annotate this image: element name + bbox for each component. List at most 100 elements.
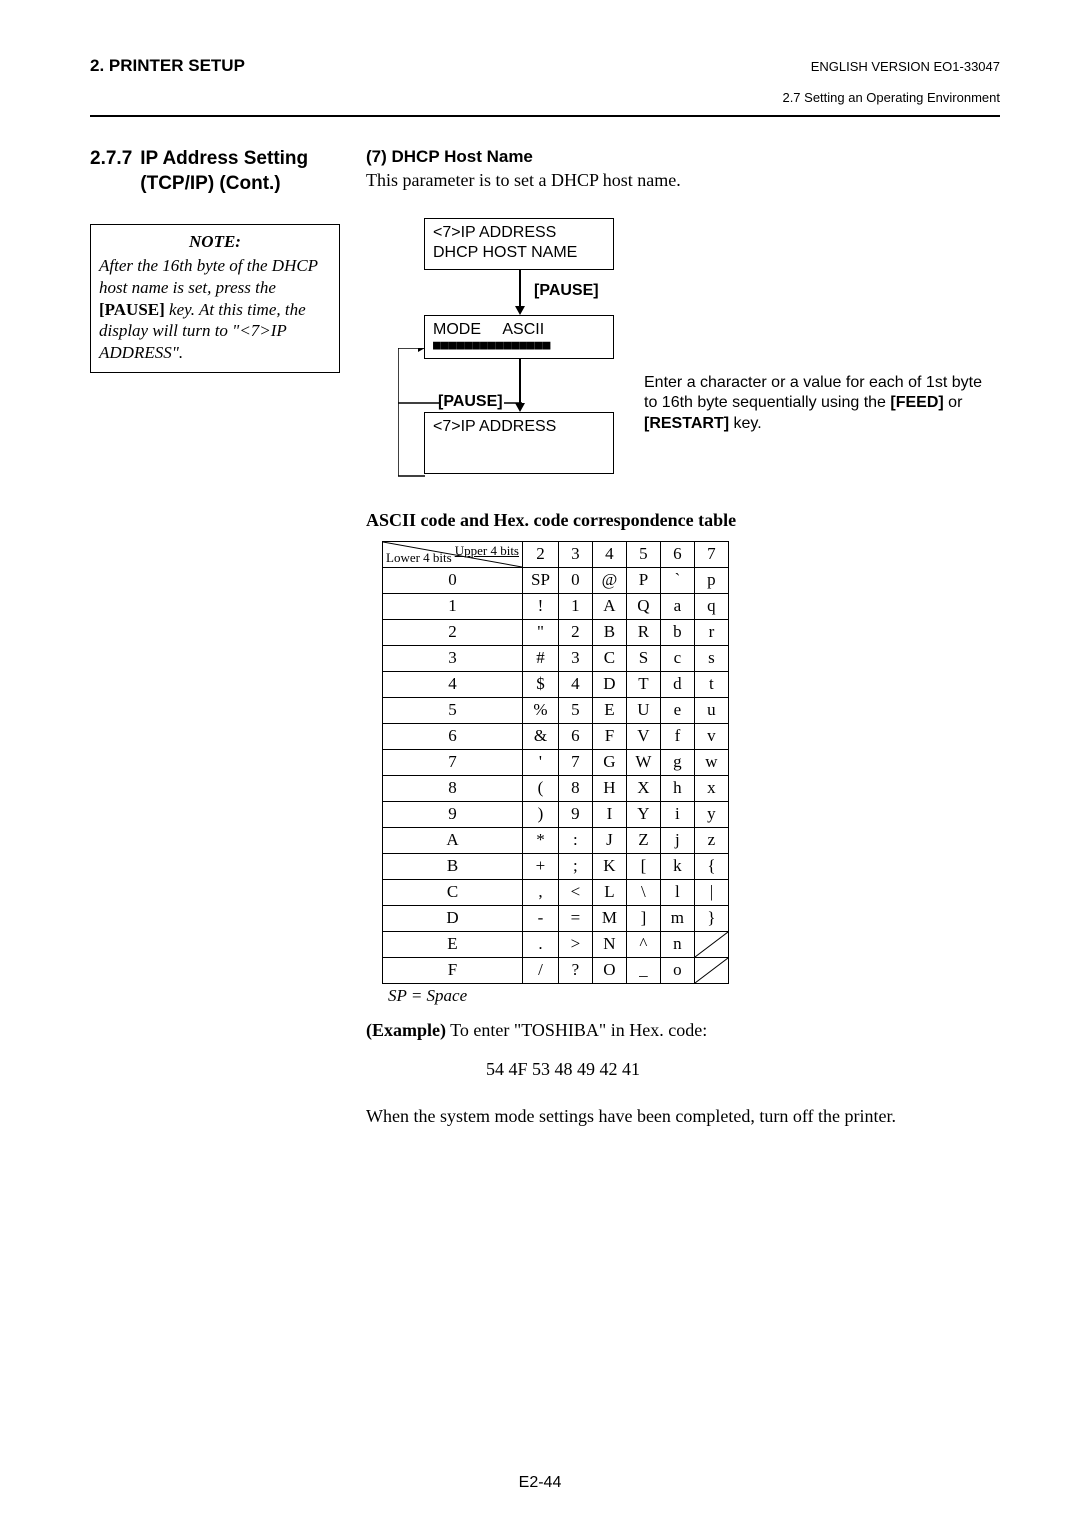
- table-row-header: 1: [383, 593, 523, 619]
- table-cell: W: [626, 749, 660, 775]
- table-row-header: 8: [383, 775, 523, 801]
- table-cell: H: [592, 775, 626, 801]
- table-cell: Q: [626, 593, 660, 619]
- diagram-box-1: <7>IP ADDRESS DHCP HOST NAME: [424, 218, 614, 270]
- table-cell: 7: [558, 749, 592, 775]
- table-cell: v: [694, 723, 728, 749]
- table-row-header: 4: [383, 671, 523, 697]
- header-chapter: 2. PRINTER SETUP: [90, 56, 245, 76]
- table-cell: %: [523, 697, 559, 723]
- table-row-header: 5: [383, 697, 523, 723]
- table-cell: N: [592, 931, 626, 957]
- table-cell: L: [592, 879, 626, 905]
- table-cell: R: [626, 619, 660, 645]
- item7-desc: This parameter is to set a DHCP host nam…: [366, 169, 1000, 192]
- table-row: E.>N^n: [383, 931, 729, 957]
- header-section-path: 2.7 Setting an Operating Environment: [90, 90, 1000, 105]
- table-col-header: 3: [558, 541, 592, 567]
- table-cell: V: [626, 723, 660, 749]
- table-row-header: 6: [383, 723, 523, 749]
- table-row-header: 2: [383, 619, 523, 645]
- table-cell: J: [592, 827, 626, 853]
- table-row-header: 0: [383, 567, 523, 593]
- table-cell: (: [523, 775, 559, 801]
- table-row-header: B: [383, 853, 523, 879]
- flow-diagram: <7>IP ADDRESS DHCP HOST NAME [PAUSE] MOD…: [424, 218, 964, 474]
- table-cell: o: [660, 957, 694, 983]
- table-cell: ]: [626, 905, 660, 931]
- table-cell: u: [694, 697, 728, 723]
- table-cell: ': [523, 749, 559, 775]
- table-cell: >: [558, 931, 592, 957]
- table-cell: c: [660, 645, 694, 671]
- table-row: 8(8HXhx: [383, 775, 729, 801]
- table-cell: [: [626, 853, 660, 879]
- table-cell: b: [660, 619, 694, 645]
- table-cell: 0: [558, 567, 592, 593]
- table-cell: w: [694, 749, 728, 775]
- table-cell: *: [523, 827, 559, 853]
- table-cell: #: [523, 645, 559, 671]
- table-col-header: 7: [694, 541, 728, 567]
- table-cell: G: [592, 749, 626, 775]
- table-col-header: 2: [523, 541, 559, 567]
- table-cell: ,: [523, 879, 559, 905]
- table-cell: f: [660, 723, 694, 749]
- table-row: 6&6FVfv: [383, 723, 729, 749]
- sp-note: SP = Space: [388, 986, 1000, 1006]
- table-cell: ?: [558, 957, 592, 983]
- table-cell: X: [626, 775, 660, 801]
- table-cell: ": [523, 619, 559, 645]
- table-cell: $: [523, 671, 559, 697]
- table-row-header: 3: [383, 645, 523, 671]
- table-cell: ^: [626, 931, 660, 957]
- table-cell: =: [558, 905, 592, 931]
- table-cell: S: [626, 645, 660, 671]
- table-corner: Upper 4 bits Lower 4 bits: [383, 541, 523, 567]
- note-box: NOTE: After the 16th byte of the DHCP ho…: [90, 224, 340, 373]
- table-cell: 9: [558, 801, 592, 827]
- item7-heading: (7) DHCP Host Name: [366, 147, 1000, 167]
- table-cell: SP: [523, 567, 559, 593]
- section-title: IP Address Setting (TCP/IP) (Cont.): [140, 147, 340, 196]
- table-cell: .: [523, 931, 559, 957]
- table-cell: q: [694, 593, 728, 619]
- table-cell: P: [626, 567, 660, 593]
- table-cell: -: [523, 905, 559, 931]
- table-row-header: A: [383, 827, 523, 853]
- table-cell: x: [694, 775, 728, 801]
- table-cell: }: [694, 905, 728, 931]
- table-col-header: 4: [592, 541, 626, 567]
- table-cell: a: [660, 593, 694, 619]
- diagram-side-text: Enter a character or a value for each of…: [644, 373, 984, 435]
- page-number: E2-44: [0, 1474, 1080, 1492]
- table-row: B+;K[k{: [383, 853, 729, 879]
- table-cell: |: [694, 879, 728, 905]
- table-cell: T: [626, 671, 660, 697]
- table-cell: _: [626, 957, 660, 983]
- table-cell: ): [523, 801, 559, 827]
- table-cell: E: [592, 697, 626, 723]
- table-cell: \: [626, 879, 660, 905]
- table-row-header: 7: [383, 749, 523, 775]
- table-col-header: 5: [626, 541, 660, 567]
- table-row-header: D: [383, 905, 523, 931]
- table-cell: U: [626, 697, 660, 723]
- header-version: ENGLISH VERSION EO1-33047: [811, 59, 1000, 74]
- table-cell: e: [660, 697, 694, 723]
- table-row-header: E: [383, 931, 523, 957]
- table-cell: h: [660, 775, 694, 801]
- table-cell: @: [592, 567, 626, 593]
- table-cell: /: [523, 957, 559, 983]
- diagram-mode-box: MODE ASCII ■■■■■■■■■■■■■■■: [424, 315, 614, 359]
- section-number: 2.7.7: [90, 147, 132, 196]
- table-cell: D: [592, 671, 626, 697]
- table-cell: s: [694, 645, 728, 671]
- table-row: 2"2BRbr: [383, 619, 729, 645]
- table-cell: M: [592, 905, 626, 931]
- table-cell: &: [523, 723, 559, 749]
- table-cell: C: [592, 645, 626, 671]
- table-cell: {: [694, 853, 728, 879]
- table-cell: g: [660, 749, 694, 775]
- table-row-header: C: [383, 879, 523, 905]
